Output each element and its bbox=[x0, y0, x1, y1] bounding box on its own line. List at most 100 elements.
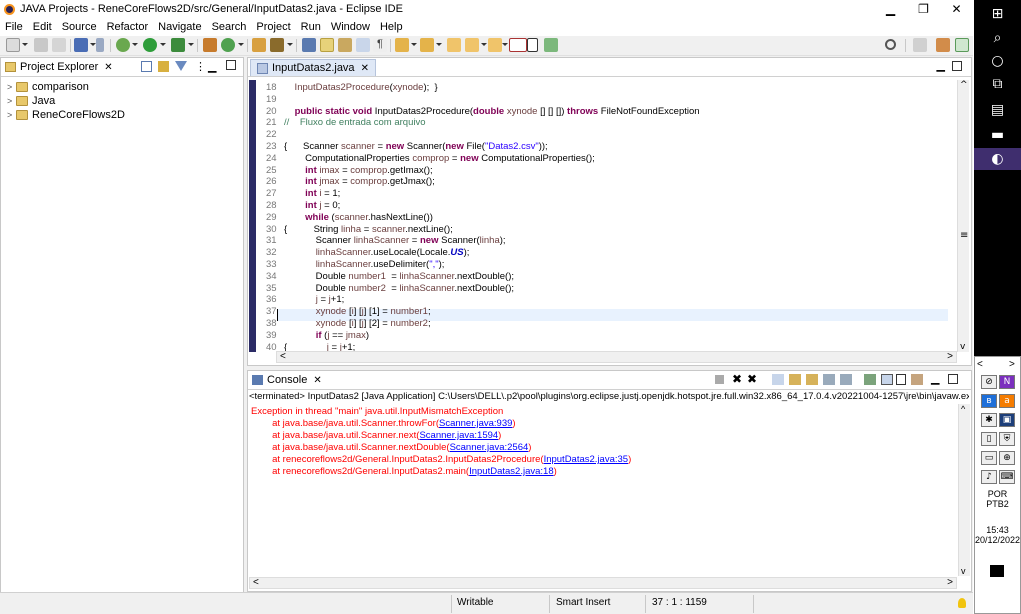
code-line[interactable]: ComputationalProperties comprop = new Co… bbox=[284, 153, 595, 164]
view-menu-icon[interactable]: ⋮ bbox=[195, 60, 206, 73]
scroll-down-icon[interactable]: v bbox=[960, 342, 965, 352]
task-view-icon[interactable]: ⧉ bbox=[974, 73, 1021, 95]
mark-occurrences-icon[interactable] bbox=[320, 38, 334, 52]
battery-icon[interactable]: ▭ bbox=[981, 451, 997, 465]
code-line[interactable]: int i = 1; bbox=[284, 188, 340, 199]
maximize-button[interactable]: ❐ bbox=[907, 0, 940, 18]
tree-item-renecoreflows2d[interactable]: > ReneCoreFlows2D bbox=[7, 108, 125, 122]
code-line[interactable]: linhaScanner.useLocale(Locale.US); bbox=[284, 247, 470, 258]
next-annotation-dropdown-icon[interactable] bbox=[411, 43, 417, 46]
stack-trace-link[interactable]: Scanner.java:1594 bbox=[419, 430, 498, 441]
code-area[interactable]: InputDatas2Procedure(xynode); } public s… bbox=[278, 80, 948, 352]
menu-help[interactable]: Help bbox=[375, 21, 408, 33]
filter-icon[interactable] bbox=[175, 61, 187, 71]
scroll-left-icon[interactable]: < bbox=[280, 351, 286, 362]
minimize-button[interactable]: ▁ bbox=[874, 0, 907, 18]
volume-icon[interactable]: ♪ bbox=[981, 470, 997, 484]
display-console-dropdown-icon[interactable] bbox=[896, 374, 906, 385]
scroll-right-icon[interactable]: > bbox=[947, 577, 953, 588]
coverage-icon[interactable] bbox=[171, 38, 185, 52]
minimize-view-icon[interactable]: ▁ bbox=[931, 372, 939, 385]
collapse-all-icon[interactable] bbox=[141, 61, 152, 72]
code-line[interactable]: linhaScanner.useDelimiter(","); bbox=[284, 259, 445, 270]
command-prompt-icon[interactable]: ▬ bbox=[974, 125, 1021, 145]
code-line[interactable]: Scanner linhaScanner = new Scanner(linha… bbox=[284, 235, 506, 246]
network-off-icon[interactable]: ⊘ bbox=[981, 375, 997, 389]
menu-project[interactable]: Project bbox=[251, 21, 295, 33]
pin-editor-icon[interactable] bbox=[544, 38, 558, 52]
minimize-view-icon[interactable]: ▁ bbox=[937, 59, 945, 72]
console-vertical-scrollbar[interactable]: ^ v bbox=[958, 404, 970, 576]
open-perspective-icon[interactable] bbox=[913, 38, 927, 52]
cortana-icon[interactable]: ○ bbox=[974, 50, 1021, 72]
menu-refactor[interactable]: Refactor bbox=[102, 21, 154, 33]
code-line[interactable]: if (j == jmax) bbox=[284, 330, 369, 341]
tray-scroll-right-icon[interactable]: > bbox=[1009, 359, 1015, 370]
tab-project-explorer[interactable]: Project Explorer ✕ bbox=[1, 58, 117, 76]
code-line[interactable]: // Fluxo de entrada com arquivo bbox=[284, 117, 426, 128]
remove-launch-icon[interactable]: ✖ bbox=[732, 372, 742, 386]
new-icon[interactable] bbox=[6, 38, 20, 52]
toggle-breadcrumb-icon[interactable] bbox=[302, 38, 316, 52]
close-icon[interactable]: ✕ bbox=[313, 375, 321, 386]
word-wrap-icon[interactable] bbox=[356, 38, 370, 52]
forward-icon[interactable] bbox=[509, 38, 527, 52]
toggle-block-icon[interactable] bbox=[338, 38, 352, 52]
pin-console-icon[interactable] bbox=[864, 374, 876, 385]
chevron-right-icon[interactable]: > bbox=[7, 110, 16, 120]
status-insert-mode[interactable]: Smart Insert bbox=[556, 597, 610, 608]
new-dropdown-icon[interactable] bbox=[22, 43, 28, 46]
code-line[interactable]: { String linha = scanner.nextLine(); bbox=[284, 224, 453, 235]
forward-dropdown-icon[interactable] bbox=[527, 38, 538, 52]
code-line[interactable]: xynode [i] [j] [1] = number1; bbox=[284, 306, 431, 317]
keyboard-layout-icon[interactable]: ⌨ bbox=[999, 470, 1015, 484]
maximize-view-icon[interactable] bbox=[952, 61, 962, 71]
word-wrap-icon[interactable] bbox=[806, 374, 818, 385]
scroll-up-icon[interactable]: ^ bbox=[961, 404, 965, 414]
tree-item-comparison[interactable]: > comparison bbox=[7, 80, 125, 94]
show-whitespace-icon[interactable]: ¶ bbox=[373, 38, 387, 52]
security-icon[interactable]: ✱ bbox=[981, 413, 997, 427]
remove-all-icon[interactable]: ✖ bbox=[747, 372, 757, 386]
menu-source[interactable]: Source bbox=[57, 21, 102, 33]
save-icon[interactable] bbox=[34, 38, 48, 52]
next-annotation-icon[interactable] bbox=[395, 38, 409, 52]
tree-item-java[interactable]: > Java bbox=[7, 94, 125, 108]
avast-icon[interactable]: a bbox=[999, 394, 1015, 408]
code-line[interactable]: while (scanner.hasNextLine()) bbox=[284, 212, 433, 223]
tray-app-icon[interactable]: ▣ bbox=[999, 413, 1015, 427]
search-dropdown-icon[interactable] bbox=[287, 43, 293, 46]
new-java-project-icon[interactable] bbox=[203, 38, 217, 52]
code-line[interactable]: Double number1 = linhaScanner.nextDouble… bbox=[284, 271, 514, 282]
eclipse-taskbar-icon[interactable]: ◐ bbox=[974, 148, 1021, 170]
notification-icon[interactable] bbox=[990, 565, 1004, 577]
close-icon[interactable]: ✕ bbox=[104, 62, 112, 73]
prev-annotation-icon[interactable] bbox=[420, 38, 434, 52]
code-line[interactable]: j = j+1; bbox=[284, 294, 345, 305]
last-edit-icon[interactable] bbox=[447, 38, 461, 52]
code-line[interactable]: { Scanner scanner = new Scanner(new File… bbox=[284, 141, 548, 152]
save-all-icon[interactable] bbox=[52, 38, 66, 52]
run-icon[interactable] bbox=[143, 38, 157, 52]
editor-horizontal-scrollbar[interactable]: < > bbox=[276, 351, 957, 363]
open-console-icon[interactable] bbox=[911, 374, 923, 385]
tray-scroll-left-icon[interactable]: < bbox=[977, 359, 983, 370]
java-ee-perspective-icon[interactable] bbox=[936, 38, 950, 52]
display-console-icon[interactable] bbox=[881, 374, 893, 385]
scroll-thumb-icon[interactable]: ≡ bbox=[960, 230, 968, 241]
run-dropdown-icon[interactable] bbox=[160, 43, 166, 46]
close-button[interactable]: ✕ bbox=[940, 0, 973, 18]
maximize-view-icon[interactable] bbox=[948, 374, 958, 384]
open-type-icon[interactable] bbox=[252, 38, 266, 52]
editor-vertical-scrollbar[interactable]: ^ ≡ v bbox=[957, 80, 969, 352]
scroll-right-icon[interactable]: > bbox=[947, 351, 953, 362]
shield-icon[interactable]: ⛨ bbox=[999, 432, 1015, 446]
back-dropdown-icon[interactable] bbox=[481, 43, 487, 46]
search-icon[interactable]: ⌕ bbox=[974, 27, 1021, 49]
globe-icon[interactable]: ⊕ bbox=[999, 451, 1015, 465]
menu-window[interactable]: Window bbox=[326, 21, 375, 33]
menu-file[interactable]: File bbox=[0, 21, 28, 33]
scroll-up-icon[interactable]: ^ bbox=[960, 80, 968, 90]
prev-annotation-dropdown-icon[interactable] bbox=[436, 43, 442, 46]
chevron-right-icon[interactable]: > bbox=[7, 96, 16, 106]
